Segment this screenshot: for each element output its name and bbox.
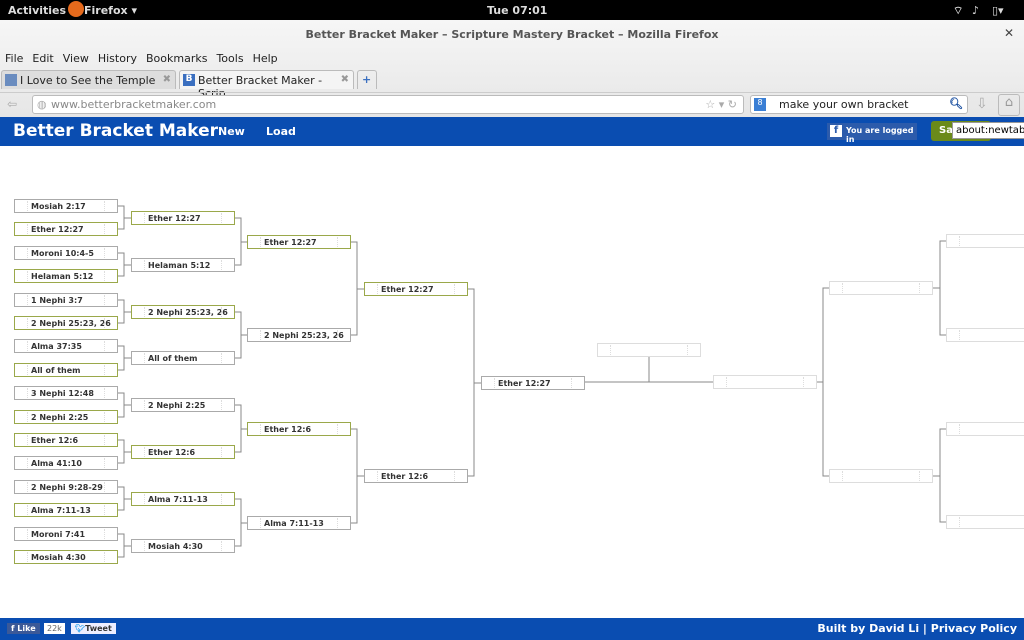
bracket-slot[interactable]: 1 Nephi 3:7 (14, 293, 118, 307)
bracket-slot[interactable]: Alma 7:11-13 (247, 516, 351, 530)
connector-line (118, 252, 125, 277)
connector-line (468, 288, 475, 477)
bracket-slot[interactable]: Ether 12:27 (131, 211, 235, 225)
bracket-slot[interactable]: All of them (14, 363, 118, 377)
bracket-slot[interactable]: Moroni 10:4-5 (14, 246, 118, 260)
bracket-slot[interactable]: Helaman 5:12 (14, 269, 118, 283)
bracket-slot[interactable]: Ether 12:27 (481, 376, 585, 390)
bracket-slot[interactable]: All of them (131, 351, 235, 365)
connector-line (351, 428, 358, 524)
connector-line (118, 533, 125, 558)
twitter-icon: 🐦︎ (75, 624, 86, 633)
bracket-slot[interactable]: Alma 7:11-13 (14, 503, 118, 517)
like-count: 22k (44, 623, 65, 634)
connector-line (351, 241, 358, 336)
bracket-slot[interactable]: Helaman 5:12 (131, 258, 235, 272)
bracket-slot[interactable]: Alma 7:11-13 (131, 492, 235, 506)
bracket-slot[interactable] (597, 343, 701, 357)
bracket-slot[interactable] (946, 422, 1024, 436)
bracket-slot[interactable]: Ether 12:27 (364, 282, 468, 296)
bracket-slot[interactable] (713, 375, 817, 389)
connector-line (118, 205, 125, 230)
bracket-slot[interactable]: Ether 12:6 (14, 433, 118, 447)
bracket-slot[interactable]: 2 Nephi 25:23, 26 (131, 305, 235, 319)
connector-line (939, 240, 946, 336)
connector-line (235, 217, 242, 266)
tweet-button[interactable]: 🐦︎Tweet (71, 623, 116, 634)
bracket-slot[interactable]: 2 Nephi 2:25 (14, 410, 118, 424)
bracket-slot[interactable]: Moroni 7:41 (14, 527, 118, 541)
bracket-slot[interactable]: 2 Nephi 25:23, 26 (247, 328, 351, 342)
bracket-slot[interactable]: Alma 41:10 (14, 456, 118, 470)
connector-line (235, 311, 242, 359)
bracket-slot[interactable] (829, 469, 933, 483)
bracket-slot[interactable]: 2 Nephi 25:23, 26 (14, 316, 118, 330)
connector-line (235, 498, 242, 547)
bracket-slot[interactable]: 2 Nephi 9:28-29 (14, 480, 118, 494)
connector-line (939, 428, 946, 523)
bracket-slot[interactable]: 3 Nephi 12:48 (14, 386, 118, 400)
bracket-slot[interactable] (829, 281, 933, 295)
bracket-slot[interactable]: Ether 12:27 (247, 235, 351, 249)
connector-line (118, 439, 125, 464)
bracket-slot[interactable]: Mosiah 2:17 (14, 199, 118, 213)
bracket-slot[interactable]: Mosiah 4:30 (131, 539, 235, 553)
bracket-slot[interactable]: Ether 12:27 (14, 222, 118, 236)
bracket-slot[interactable] (946, 234, 1024, 248)
bracket-slot[interactable]: 2 Nephi 2:25 (131, 398, 235, 412)
connector-line (118, 345, 125, 371)
bracket-slot[interactable]: Ether 12:6 (247, 422, 351, 436)
bracket-slot[interactable] (946, 328, 1024, 342)
bracket-slot[interactable] (946, 515, 1024, 529)
connector-line (235, 404, 242, 453)
bracket-slot[interactable]: Mosiah 4:30 (14, 550, 118, 564)
connector-line (822, 287, 829, 477)
connector-line (118, 486, 125, 511)
connector-line (118, 299, 125, 324)
facebook-like-button[interactable]: f Like (7, 623, 40, 634)
footer-credits[interactable]: Built by David Li | Privacy Policy (817, 622, 1017, 635)
footer: f Like 22k 🐦︎Tweet Built by David Li | P… (0, 618, 1024, 640)
bracket-slot[interactable]: Alma 37:35 (14, 339, 118, 353)
bracket-slot[interactable]: Ether 12:6 (131, 445, 235, 459)
bracket-slot[interactable]: Ether 12:6 (364, 469, 468, 483)
connector-line (118, 392, 125, 418)
